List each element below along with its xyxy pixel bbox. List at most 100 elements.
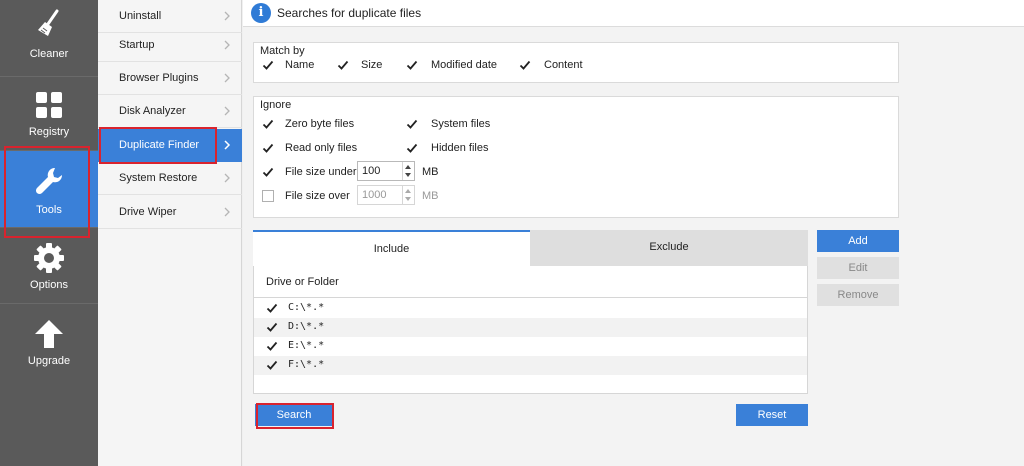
size-under-unit: MB bbox=[422, 166, 439, 178]
ignore-group: Ignore Zero byte files System files Read… bbox=[253, 96, 899, 218]
size-over-label: File size over bbox=[285, 190, 350, 202]
list-item[interactable]: E:\*.* bbox=[254, 337, 807, 356]
size-over-unit: MB bbox=[422, 190, 439, 202]
checkmark-icon bbox=[266, 322, 278, 332]
match-content-label: Content bbox=[544, 59, 583, 71]
read-only-checkbox[interactable] bbox=[262, 142, 274, 154]
checkmark-icon bbox=[337, 60, 349, 70]
subnav-label: Browser Plugins bbox=[119, 72, 199, 84]
list-header: Drive or Folder bbox=[254, 266, 807, 298]
list-item[interactable]: F:\*.* bbox=[254, 356, 807, 375]
subnav-item-system-restore[interactable]: System Restore bbox=[98, 162, 242, 195]
up-arrow-icon[interactable] bbox=[405, 189, 411, 193]
checkmark-icon bbox=[262, 143, 274, 153]
down-arrow-icon[interactable] bbox=[405, 173, 411, 177]
checkmark-icon bbox=[262, 60, 274, 70]
row-path: C:\*.* bbox=[288, 302, 325, 313]
nav-item-tools[interactable]: Tools bbox=[0, 151, 98, 227]
checkmark-icon bbox=[519, 60, 531, 70]
checkmark-icon bbox=[262, 119, 274, 129]
tab-exclude[interactable]: Exclude bbox=[530, 230, 808, 266]
row-path: F:\*.* bbox=[288, 359, 325, 370]
subnav-label: System Restore bbox=[119, 172, 198, 184]
size-under-label: File size under bbox=[285, 166, 357, 178]
empty-checkbox-icon bbox=[262, 190, 274, 202]
size-under-stepper[interactable]: 100 bbox=[357, 161, 415, 181]
header-bar: i Searches for duplicate files bbox=[243, 0, 1024, 27]
grid-icon bbox=[36, 92, 62, 118]
subnav-item-startup[interactable]: Startup bbox=[98, 29, 242, 62]
match-name-checkbox[interactable] bbox=[262, 59, 274, 71]
chevron-right-icon bbox=[224, 173, 230, 183]
column-header-drive-or-folder: Drive or Folder bbox=[266, 276, 339, 288]
checkmark-icon bbox=[266, 341, 278, 351]
left-nav: Cleaner Registry Tools Options Upgrade bbox=[0, 0, 98, 466]
subnav-item-disk-analyzer[interactable]: Disk Analyzer bbox=[98, 95, 242, 128]
chevron-right-icon bbox=[224, 40, 230, 50]
zero-byte-checkbox[interactable] bbox=[262, 118, 274, 130]
add-button[interactable]: Add bbox=[817, 230, 899, 252]
nav-label: Tools bbox=[36, 204, 62, 216]
info-icon: i bbox=[251, 3, 271, 23]
match-modified-date-label: Modified date bbox=[431, 59, 498, 71]
ignore-title: Ignore bbox=[260, 99, 292, 111]
reset-button[interactable]: Reset bbox=[736, 404, 808, 426]
row-path: E:\*.* bbox=[288, 340, 325, 351]
edit-button[interactable]: Edit bbox=[817, 257, 899, 279]
match-size-checkbox[interactable] bbox=[337, 59, 349, 71]
system-files-label: System files bbox=[431, 118, 491, 130]
subnav-item-duplicate-finder[interactable]: Duplicate Finder bbox=[98, 129, 242, 162]
nav-item-registry[interactable]: Registry bbox=[0, 77, 98, 153]
tab-include[interactable]: Include bbox=[253, 230, 530, 266]
search-button[interactable]: Search bbox=[255, 404, 333, 426]
row-checkbox[interactable] bbox=[266, 340, 278, 352]
nav-item-options[interactable]: Options bbox=[0, 228, 98, 304]
subnav-item-browser-plugins[interactable]: Browser Plugins bbox=[98, 62, 242, 95]
folder-list: Drive or Folder C:\*.* D:\*.* E:\*.* F:\… bbox=[253, 266, 808, 394]
checkmark-icon bbox=[266, 303, 278, 313]
read-only-label: Read only files bbox=[285, 142, 358, 154]
chevron-right-icon bbox=[224, 73, 230, 83]
match-modified-date-checkbox[interactable] bbox=[406, 59, 418, 71]
nav-item-upgrade[interactable]: Upgrade bbox=[0, 304, 98, 380]
tools-subnav: Uninstall Startup Browser Plugins Disk A… bbox=[98, 0, 242, 466]
wrench-icon bbox=[35, 167, 63, 195]
checkmark-icon bbox=[266, 360, 278, 370]
match-by-title: Match by bbox=[260, 45, 305, 57]
up-arrow-icon[interactable] bbox=[405, 165, 411, 169]
zero-byte-label: Zero byte files bbox=[285, 118, 355, 130]
row-checkbox[interactable] bbox=[266, 321, 278, 333]
list-item[interactable]: D:\*.* bbox=[254, 318, 807, 337]
checkmark-icon bbox=[406, 60, 418, 70]
hidden-files-label: Hidden files bbox=[431, 142, 489, 154]
chevron-right-icon bbox=[224, 207, 230, 217]
row-checkbox[interactable] bbox=[266, 359, 278, 371]
nav-label: Options bbox=[30, 279, 68, 291]
remove-button[interactable]: Remove bbox=[817, 284, 899, 306]
system-files-checkbox[interactable] bbox=[406, 118, 418, 130]
size-over-stepper[interactable]: 1000 bbox=[357, 185, 415, 205]
chevron-right-icon bbox=[224, 11, 230, 21]
hidden-files-checkbox[interactable] bbox=[406, 142, 418, 154]
row-checkbox[interactable] bbox=[266, 302, 278, 314]
stepper-arrows[interactable] bbox=[402, 186, 414, 204]
arrow-up-icon bbox=[35, 320, 63, 348]
stepper-arrows[interactable] bbox=[402, 162, 414, 180]
checkmark-icon bbox=[406, 119, 418, 129]
chevron-right-icon bbox=[224, 106, 230, 116]
match-content-checkbox[interactable] bbox=[519, 59, 531, 71]
match-by-group: Match by Name Size Modified date Content bbox=[253, 42, 899, 83]
page-title: Searches for duplicate files bbox=[277, 6, 422, 20]
checkmark-icon bbox=[406, 143, 418, 153]
subnav-item-drive-wiper[interactable]: Drive Wiper bbox=[98, 196, 242, 229]
subnav-label: Startup bbox=[119, 39, 155, 51]
match-size-label: Size bbox=[361, 59, 383, 71]
list-item[interactable]: C:\*.* bbox=[254, 299, 807, 318]
nav-item-cleaner[interactable]: Cleaner bbox=[0, 0, 98, 76]
size-over-checkbox[interactable] bbox=[262, 190, 274, 202]
checkmark-icon bbox=[262, 167, 274, 177]
nav-label: Cleaner bbox=[29, 48, 69, 60]
size-under-checkbox[interactable] bbox=[262, 166, 274, 178]
down-arrow-icon[interactable] bbox=[405, 197, 411, 201]
duplicate-finder-panel: i Searches for duplicate files Match by … bbox=[243, 0, 1024, 466]
